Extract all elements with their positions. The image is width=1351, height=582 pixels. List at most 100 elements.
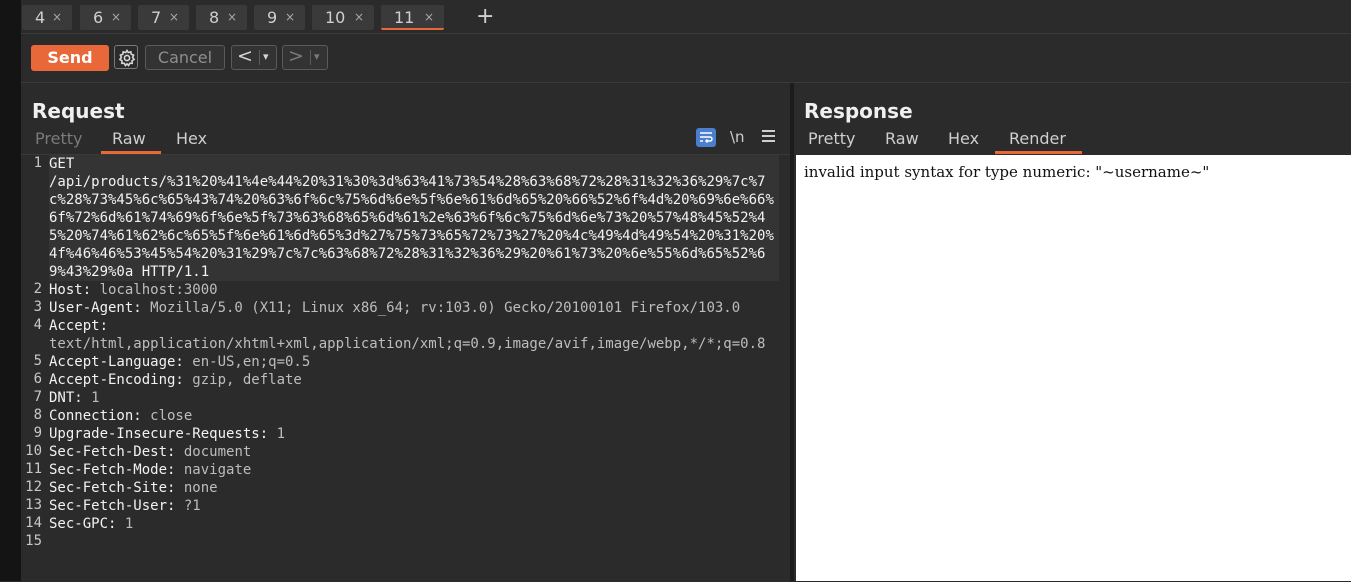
header-key: Connection: bbox=[49, 408, 142, 424]
rendered-response-text: invalid input syntax for type numeric: "… bbox=[804, 163, 1210, 181]
line-number: 14 bbox=[25, 515, 42, 531]
request-line-text: GET /api/products/%31%20%41%4e%44%20%31%… bbox=[49, 156, 774, 280]
tab-label: 7 bbox=[151, 8, 162, 27]
header-line: 12 Sec-Fetch-Site: none bbox=[21, 479, 790, 497]
header-key: Sec-Fetch-Site: bbox=[49, 480, 176, 496]
header-line: 13 Sec-Fetch-User: ?1 bbox=[21, 497, 790, 515]
header-key: Accept-Language: bbox=[49, 354, 184, 370]
tab-label: 11 bbox=[394, 8, 415, 27]
line-number: 13 bbox=[25, 497, 42, 513]
repeater-tab-bar: 4 × 6 × 7 × 8 × 9 × 10 × 11 × + bbox=[21, 0, 1351, 34]
header-line: 9 Upgrade-Insecure-Requests: 1 bbox=[21, 425, 790, 443]
header-line: 14 Sec-GPC: 1 bbox=[21, 515, 790, 533]
header-key: Sec-Fetch-User: bbox=[49, 498, 176, 514]
line-number: 4 bbox=[33, 317, 42, 333]
word-wrap-icon[interactable] bbox=[696, 128, 716, 147]
header-key: Host: bbox=[49, 282, 92, 298]
hamburger-menu-icon[interactable] bbox=[762, 130, 775, 145]
header-value: document bbox=[175, 444, 252, 460]
line-number: 12 bbox=[25, 479, 42, 495]
tab-6[interactable]: 6 × bbox=[80, 5, 131, 30]
separator bbox=[310, 50, 311, 65]
header-key: Sec-Fetch-Mode: bbox=[49, 462, 176, 478]
gear-icon bbox=[118, 49, 136, 67]
tab-label: 4 bbox=[35, 8, 46, 27]
send-button[interactable]: Send bbox=[31, 45, 109, 71]
tab-8[interactable]: 8 × bbox=[196, 5, 247, 30]
tab-10[interactable]: 10 × bbox=[312, 5, 374, 30]
close-icon[interactable]: × bbox=[354, 5, 364, 30]
close-icon[interactable]: × bbox=[169, 5, 179, 30]
header-value: en-US,en;q=0.5 bbox=[183, 354, 311, 370]
tab-pretty[interactable]: Pretty bbox=[35, 129, 82, 153]
request-title: Request bbox=[32, 99, 125, 123]
tab-4[interactable]: 4 × bbox=[22, 5, 72, 30]
header-key: Sec-GPC: bbox=[49, 516, 117, 532]
tab-hex[interactable]: Hex bbox=[948, 129, 979, 153]
header-value: text/html,application/xhtml+xml,applicat… bbox=[49, 336, 766, 352]
request-line: 1 GET /api/products/%31%20%41%4e%44%20%3… bbox=[21, 155, 790, 281]
header-key: DNT: bbox=[49, 390, 83, 406]
cancel-button[interactable]: Cancel bbox=[145, 45, 225, 70]
request-pane: Request Pretty Raw Hex \n 1 GET /api/pro… bbox=[21, 83, 790, 582]
line-number: 2 bbox=[33, 281, 42, 297]
line-number: 10 bbox=[25, 443, 42, 459]
header-line: 2 Host: localhost:3000 bbox=[21, 281, 790, 299]
empty-line: 15 ​ bbox=[21, 533, 790, 551]
line-number: 15 bbox=[25, 533, 42, 549]
tab-label: 9 bbox=[267, 8, 278, 27]
tab-raw[interactable]: Raw bbox=[112, 129, 146, 153]
header-line: 5 Accept-Language: en-US,en;q=0.5 bbox=[21, 353, 790, 371]
header-value: gzip, deflate bbox=[183, 372, 302, 388]
header-line: 6 Accept-Encoding: gzip, deflate bbox=[21, 371, 790, 389]
forward-arrow-icon[interactable]: > bbox=[288, 45, 304, 67]
header-line: 11 Sec-Fetch-Mode: navigate bbox=[21, 461, 790, 479]
tab-hex[interactable]: Hex bbox=[176, 129, 207, 153]
header-value: none bbox=[175, 480, 218, 496]
close-icon[interactable]: × bbox=[285, 5, 295, 30]
tab-7[interactable]: 7 × bbox=[138, 5, 189, 30]
response-title: Response bbox=[804, 99, 913, 123]
header-key: Accept-Encoding: bbox=[49, 372, 184, 388]
close-icon[interactable]: × bbox=[52, 5, 62, 30]
header-key: Upgrade-Insecure-Requests: bbox=[49, 426, 269, 442]
line-number: 5 bbox=[33, 353, 42, 369]
header-line: 3 User-Agent: Mozilla/5.0 (X11; Linux x8… bbox=[21, 299, 790, 317]
left-edge-strip bbox=[0, 0, 21, 581]
tab-pretty[interactable]: Pretty bbox=[808, 129, 855, 153]
line-number: 6 bbox=[33, 371, 42, 387]
close-icon[interactable]: × bbox=[424, 5, 434, 30]
header-key: Accept: bbox=[49, 318, 109, 334]
header-value: navigate bbox=[175, 462, 252, 478]
tab-label: 8 bbox=[209, 8, 220, 27]
header-key: User-Agent: bbox=[49, 300, 142, 316]
request-editor[interactable]: 1 GET /api/products/%31%20%41%4e%44%20%3… bbox=[21, 154, 790, 582]
response-pane: Response Pretty Raw Hex Render invalid i… bbox=[794, 83, 1351, 581]
close-icon[interactable]: × bbox=[227, 5, 237, 30]
close-icon[interactable]: × bbox=[111, 5, 121, 30]
line-number: 9 bbox=[33, 425, 42, 441]
add-tab-icon[interactable]: + bbox=[476, 4, 494, 29]
tab-11[interactable]: 11 × bbox=[381, 5, 444, 30]
line-number: 3 bbox=[33, 299, 42, 315]
show-newlines-icon[interactable]: \n bbox=[730, 128, 745, 146]
header-line: 8 Connection: close bbox=[21, 407, 790, 425]
request-toolbar: Send Cancel < ▾ > ▾ bbox=[21, 34, 1351, 83]
render-view: invalid input syntax for type numeric: "… bbox=[796, 155, 1351, 581]
header-value: 1 bbox=[268, 426, 286, 442]
header-value: 1 bbox=[82, 390, 100, 406]
chevron-down-icon[interactable]: ▾ bbox=[263, 50, 269, 63]
header-value: close bbox=[141, 408, 193, 424]
line-number: 11 bbox=[25, 461, 42, 477]
header-line: 10 Sec-Fetch-Dest: document bbox=[21, 443, 790, 461]
back-arrow-icon[interactable]: < bbox=[237, 45, 253, 67]
history-forward-button[interactable]: > ▾ bbox=[282, 45, 328, 70]
line-number: 7 bbox=[33, 389, 42, 405]
tab-raw[interactable]: Raw bbox=[885, 129, 919, 153]
header-value: 1 bbox=[116, 516, 134, 532]
chevron-down-icon[interactable]: ▾ bbox=[314, 50, 320, 63]
tab-9[interactable]: 9 × bbox=[254, 5, 305, 30]
tab-render[interactable]: Render bbox=[1009, 129, 1066, 153]
history-back-button[interactable]: < ▾ bbox=[231, 45, 277, 70]
settings-button[interactable] bbox=[114, 45, 138, 69]
